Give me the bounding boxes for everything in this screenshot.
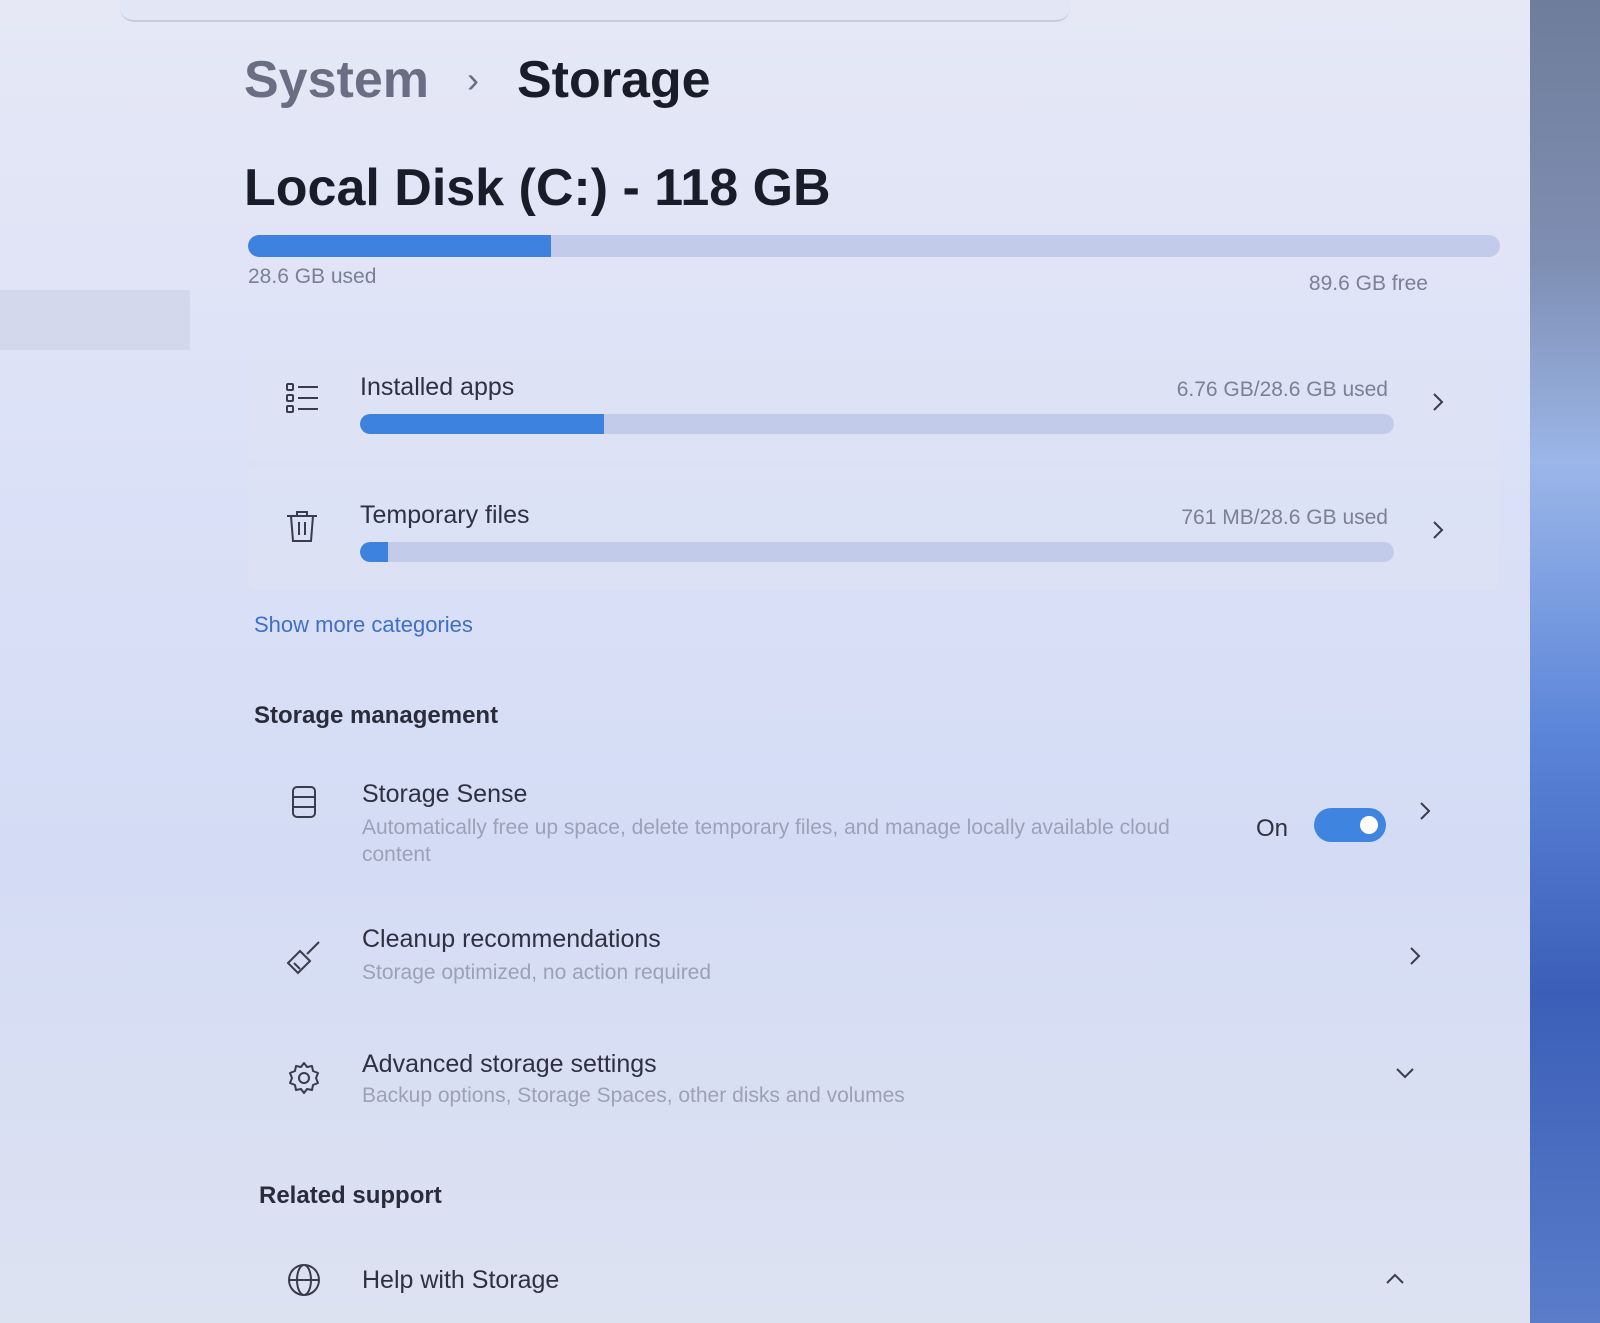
- disk-title: Local Disk (C:) - 118 GB: [244, 159, 831, 217]
- desktop-wallpaper-edge: [1530, 0, 1600, 1323]
- storage-sense-description: Automatically free up space, delete temp…: [362, 816, 1170, 866]
- storage-sense-title: Storage Sense: [362, 780, 528, 808]
- breadcrumb: System › Storage: [244, 50, 711, 110]
- drive-icon: [292, 786, 316, 818]
- disk-used-label: 28.6 GB used: [248, 265, 377, 288]
- category-usage-bar: [360, 414, 1394, 434]
- category-usage-fill: [360, 542, 388, 562]
- settings-window: System › Storage Local Disk (C:) - 118 G…: [0, 0, 1544, 1323]
- disk-free-label: 89.6 GB free: [1308, 272, 1428, 295]
- gear-icon: [289, 1062, 319, 1094]
- category-usage: 6.76 GB/28.6 GB used: [1176, 378, 1388, 401]
- storage-sense-row[interactable]: Storage Sense Automatically free up spac…: [254, 770, 1494, 870]
- category-usage-bar: [360, 542, 1394, 562]
- chevron-right-icon: [1420, 802, 1431, 820]
- storage-sense-toggle-label: On: [1256, 815, 1289, 842]
- disk-usage-bar: [248, 235, 1500, 257]
- advanced-title: Advanced storage settings: [362, 1050, 657, 1078]
- breadcrumb-system-link[interactable]: System: [244, 50, 429, 110]
- cleanup-description: Storage optimized, no action required: [362, 961, 712, 984]
- breadcrumb-separator: ›: [467, 59, 479, 100]
- storage-management-heading: Storage management: [254, 702, 499, 729]
- show-more-categories-link[interactable]: Show more categories: [254, 612, 473, 638]
- category-installed-apps[interactable]: Installed apps 6.76 GB/28.6 GB used: [248, 338, 1498, 462]
- cleanup-title: Cleanup recommendations: [362, 925, 661, 953]
- help-with-storage-row[interactable]: Help with Storage: [254, 1260, 1494, 1320]
- category-title: Installed apps: [360, 373, 515, 401]
- advanced-storage-settings-row[interactable]: Advanced storage settings Backup options…: [254, 1040, 1494, 1120]
- related-support-heading: Related support: [259, 1182, 442, 1209]
- chevron-right-icon: [1433, 393, 1444, 411]
- category-title: Temporary files: [360, 501, 530, 529]
- chevron-right-icon: [1410, 947, 1421, 965]
- cleanup-recommendations-row[interactable]: Cleanup recommendations Storage optimize…: [254, 915, 1494, 995]
- broom-icon: [286, 941, 320, 975]
- chevron-down-icon: [1396, 1068, 1414, 1079]
- help-title: Help with Storage: [362, 1266, 560, 1294]
- storage-sense-toggle[interactable]: [1314, 808, 1386, 842]
- list-icon: [286, 383, 318, 413]
- chevron-right-icon: [1433, 521, 1444, 539]
- advanced-description: Backup options, Storage Spaces, other di…: [362, 1084, 905, 1107]
- category-usage-fill: [360, 414, 605, 434]
- search-box-edge[interactable]: [120, 0, 1070, 22]
- sidebar-selected-item[interactable]: [0, 290, 190, 350]
- chevron-up-icon: [1386, 1273, 1404, 1284]
- page-title: Storage: [517, 51, 711, 109]
- category-temporary-files[interactable]: Temporary files 761 MB/28.6 GB used: [248, 466, 1498, 590]
- disk-usage-fill: [248, 235, 551, 257]
- trash-icon: [287, 511, 317, 542]
- toggle-knob: [1360, 816, 1378, 834]
- category-usage: 761 MB/28.6 GB used: [1181, 506, 1388, 529]
- globe-icon: [288, 1264, 320, 1296]
